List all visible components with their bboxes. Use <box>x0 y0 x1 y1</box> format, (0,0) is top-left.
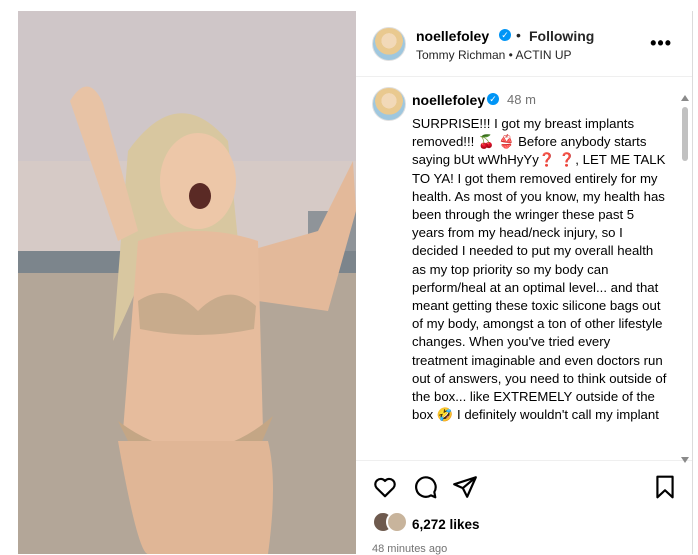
post-panel: noellefoley ✓ • Following Tommy Richman … <box>356 11 693 555</box>
post-header: noellefoley ✓ • Following Tommy Richman … <box>356 11 692 77</box>
caption-area: noellefoley ✓ 48 m SURPRISE!!! I got my … <box>356 77 692 461</box>
comment-icon[interactable] <box>412 474 438 500</box>
more-options-icon[interactable]: ••• <box>650 33 672 54</box>
scroll-thumb[interactable] <box>682 107 688 161</box>
verified-badge-icon: ✓ <box>499 29 511 41</box>
author-avatar[interactable] <box>372 27 406 61</box>
liker-avatar[interactable] <box>386 511 408 533</box>
caption-verified-badge-icon: ✓ <box>487 93 499 105</box>
scroll-up-icon[interactable] <box>681 95 689 101</box>
author-username[interactable]: noellefoley <box>416 28 489 44</box>
post-timestamp[interactable]: 48 minutes ago <box>372 543 447 555</box>
caption-avatar[interactable] <box>372 87 406 121</box>
bookmark-icon[interactable] <box>652 474 678 500</box>
likes-count[interactable]: 6,272 likes <box>412 517 480 532</box>
dot-separator: • <box>516 27 521 43</box>
share-icon[interactable] <box>452 474 478 500</box>
post-photo <box>18 11 356 554</box>
heart-icon[interactable] <box>372 474 398 500</box>
following-button[interactable]: Following <box>529 28 594 44</box>
post-actions: 6,272 likes 48 minutes ago <box>356 461 692 555</box>
caption-username[interactable]: noellefoley <box>412 92 485 108</box>
audio-label[interactable]: Tommy Richman • ACTIN UP <box>416 48 572 62</box>
post-caption-text: SURPRISE!!! I got my breast implants rem… <box>412 116 667 423</box>
caption-scrollbar[interactable] <box>680 93 690 465</box>
caption-time: 48 m <box>507 92 536 107</box>
post-media-image[interactable] <box>18 11 356 554</box>
